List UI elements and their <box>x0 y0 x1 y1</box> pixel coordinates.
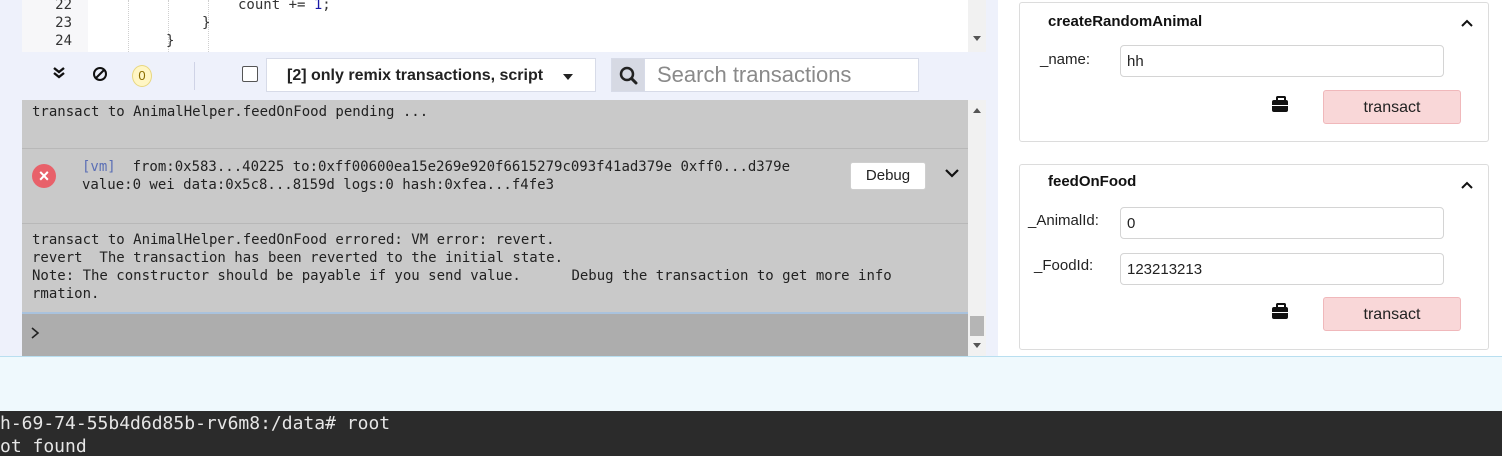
editor-terminal-area: 22 23 24 count += 1; } } 0 [2] only remi… <box>0 0 998 356</box>
error-line: Note: The constructor should be payable … <box>32 268 892 284</box>
panel-divider[interactable] <box>0 356 1502 411</box>
briefcase-icon[interactable] <box>1272 96 1288 112</box>
tx-from-to: from:0x583...40225 to:0xff00600ea15e269e… <box>132 159 791 175</box>
shell-line: ot found <box>0 436 87 456</box>
function-name: feedOnFood <box>1048 173 1137 190</box>
chevron-down-icon[interactable] <box>944 163 960 184</box>
prompt-chevron-icon <box>30 324 40 345</box>
editor-scrollbar[interactable] <box>968 0 986 52</box>
scrollbar-thumb[interactable] <box>970 316 984 336</box>
line-number: 22 <box>55 0 72 13</box>
terminal-scrollbar[interactable] <box>968 100 986 356</box>
code-area[interactable] <box>88 0 968 52</box>
line-number: 23 <box>55 15 72 31</box>
filter-label: [2] only remix transactions, script <box>287 67 544 84</box>
chevron-up-icon[interactable] <box>1460 15 1474 33</box>
terminal-toolbar: 0 [2] only remix transactions, script <box>22 52 968 100</box>
function-card-createRandomAnimal: createRandomAnimal _name: transact <box>1019 2 1489 142</box>
terminal-log: transact to AnimalHelper.feedOnFood pend… <box>22 100 968 356</box>
listen-network-checkbox[interactable] <box>242 66 258 82</box>
indent-guide <box>128 0 129 52</box>
deployed-contract-panel: createRandomAnimal _name: transact feedO… <box>998 0 1502 356</box>
param-input-food-id[interactable] <box>1120 253 1444 285</box>
caret-down-icon <box>563 74 573 80</box>
code-line: } <box>166 33 175 49</box>
code-text: ; <box>322 0 331 13</box>
code-line: } <box>202 15 211 31</box>
tx-line-2: value:0 wei data:0x5c8...8159d logs:0 ha… <box>82 177 555 193</box>
search-transactions-input[interactable] <box>645 58 919 92</box>
clear-console-icon[interactable] <box>92 66 108 87</box>
vm-tag: [vm] <box>82 159 116 175</box>
minimize-terminal-icon[interactable] <box>52 66 66 85</box>
search-icon <box>611 58 645 92</box>
param-label: _FoodId: <box>1034 257 1094 274</box>
function-card-feedOnFood: feedOnFood _AnimalId: _FoodId: transact <box>1019 164 1489 350</box>
pending-transactions-badge[interactable]: 0 <box>132 65 152 87</box>
param-input-name[interactable] <box>1120 45 1444 77</box>
terminal-prompt[interactable] <box>22 312 968 356</box>
code-line: count += 1; <box>238 0 331 13</box>
debug-button[interactable]: Debug <box>850 162 926 190</box>
error-line: rmation. <box>32 286 100 302</box>
error-line: transact to AnimalHelper.feedOnFood erro… <box>32 232 555 248</box>
shell-line: h-69-74-55b4d6d85b-rv6m8:/data# root <box>0 413 391 434</box>
param-label: _name: <box>1040 51 1091 68</box>
toolbar-divider <box>194 62 195 90</box>
code-text: count += <box>238 0 314 13</box>
pending-message: transact to AnimalHelper.feedOnFood pend… <box>32 104 429 120</box>
transaction-row[interactable]: × [vm] from:0x583...40225 to:0xff00600ea… <box>22 148 968 224</box>
transaction-filter-dropdown[interactable]: [2] only remix transactions, script <box>266 58 596 92</box>
chevron-up-icon[interactable] <box>1460 177 1474 195</box>
error-line: revert The transaction has been reverted… <box>32 250 564 266</box>
param-input-animal-id[interactable] <box>1120 207 1444 239</box>
transact-button[interactable]: transact <box>1323 90 1461 124</box>
error-x-icon: × <box>32 164 56 188</box>
param-label: _AnimalId: <box>1028 212 1099 229</box>
tx-line-1: [vm] from:0x583...40225 to:0xff00600ea15… <box>82 159 790 175</box>
code-editor[interactable]: 22 23 24 count += 1; } } <box>22 0 968 52</box>
line-number: 24 <box>55 33 72 49</box>
scroll-down-arrow-icon[interactable] <box>973 36 981 41</box>
transact-button[interactable]: transact <box>1323 297 1461 331</box>
shell-terminal[interactable]: h-69-74-55b4d6d85b-rv6m8:/data# root ot … <box>0 411 1502 456</box>
briefcase-icon[interactable] <box>1272 303 1288 319</box>
scroll-up-arrow-icon[interactable] <box>973 108 981 113</box>
function-name: createRandomAnimal <box>1048 13 1203 30</box>
scroll-down-arrow-icon[interactable] <box>973 343 981 348</box>
